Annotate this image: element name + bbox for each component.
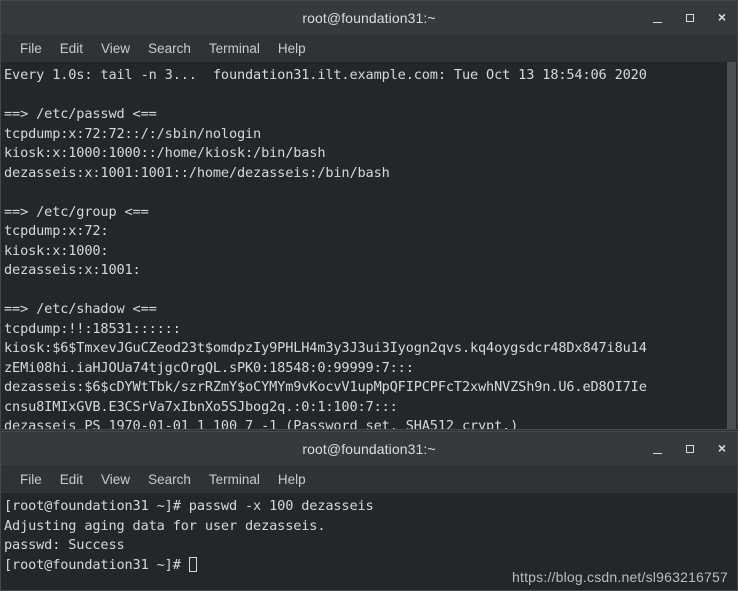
menu-item-terminal[interactable]: Terminal bbox=[200, 470, 269, 489]
menu-item-file[interactable]: File bbox=[11, 39, 51, 58]
terminal-line: cnsu8IMIxGVB.E3CSrVa7xIbnXo5SJbog2q.:0:1… bbox=[4, 398, 398, 415]
window-title-top: root@foundation31:~ bbox=[302, 9, 436, 26]
menu-item-search[interactable]: Search bbox=[139, 470, 200, 489]
menu-item-help[interactable]: Help bbox=[269, 39, 315, 58]
terminal-line: [root@foundation31 ~]# passwd -x 100 dez… bbox=[4, 498, 374, 514]
terminal-line: kiosk:$6$TmxevJGuCZeod23t$omdpzIy9PHLH4m… bbox=[4, 340, 647, 356]
terminal-line: dezasseis:$6$cDYWtTbk/szrRZmY$oCYMYm9vKo… bbox=[4, 379, 647, 395]
terminal-line: ==> /etc/shadow <== bbox=[4, 301, 157, 317]
terminal-line: tcpdump:x:72: bbox=[4, 223, 109, 239]
text-cursor bbox=[188, 556, 197, 572]
menubar-top: File Edit View Search Terminal Help bbox=[0, 34, 738, 62]
terminal-line: tcpdump:x:72:72::/:/sbin/nologin bbox=[4, 125, 262, 142]
terminal-line: ==> /etc/group <== bbox=[4, 203, 149, 220]
titlebar-top[interactable]: root@foundation31:~ × bbox=[0, 0, 738, 34]
terminal-line: dezasseis PS 1970-01-01 1 100 7 -1 (Pass… bbox=[4, 418, 519, 430]
minimize-icon[interactable] bbox=[651, 442, 665, 456]
minimize-icon[interactable] bbox=[651, 11, 665, 25]
window-controls-top: × bbox=[651, 1, 729, 35]
menu-item-terminal[interactable]: Terminal bbox=[200, 39, 269, 58]
watermark-text: https://blog.csdn.net/sl963216757 bbox=[512, 569, 728, 585]
terminal-line: kiosk:x:1000: bbox=[4, 242, 109, 259]
terminal-line: zEMi08hi.iaHJOUa74tjgcOrgQL.sPK0:18548:0… bbox=[4, 359, 414, 376]
menu-item-file[interactable]: File bbox=[11, 470, 51, 489]
titlebar-bottom[interactable]: root@foundation31:~ × bbox=[0, 431, 738, 465]
window-controls-bottom: × bbox=[651, 432, 729, 466]
terminal-line: kiosk:x:1000:1000::/home/kiosk:/bin/bash bbox=[4, 145, 326, 161]
menu-item-edit[interactable]: Edit bbox=[51, 470, 92, 489]
maximize-icon[interactable] bbox=[683, 442, 697, 456]
close-icon[interactable]: × bbox=[715, 10, 729, 25]
terminal-line: tcpdump:!!:18531:::::: bbox=[4, 320, 181, 337]
menu-item-view[interactable]: View bbox=[92, 39, 139, 58]
terminal-output-top[interactable]: Every 1.0s: tail -n 3... foundation31.il… bbox=[0, 62, 738, 430]
window-title-bottom: root@foundation31:~ bbox=[302, 440, 436, 457]
terminal-window-bottom: root@foundation31:~ × File Edit View Sea… bbox=[0, 431, 738, 591]
terminal-scrollbar-top[interactable] bbox=[727, 62, 736, 429]
terminal-line: passwd: Success bbox=[4, 537, 125, 553]
menubar-bottom: File Edit View Search Terminal Help bbox=[0, 465, 738, 493]
menu-item-edit[interactable]: Edit bbox=[51, 39, 92, 58]
terminal-line: dezasseis:x:1001:1001::/home/dezasseis:/… bbox=[4, 164, 390, 181]
terminal-line: Adjusting aging data for user dezasseis. bbox=[4, 517, 326, 534]
terminal-line: ==> /etc/passwd <== bbox=[4, 106, 157, 122]
menu-item-help[interactable]: Help bbox=[269, 470, 315, 489]
terminal-line: dezasseis:x:1001: bbox=[4, 262, 141, 278]
terminal-line: Every 1.0s: tail -n 3... foundation31.il… bbox=[4, 67, 647, 83]
menu-item-search[interactable]: Search bbox=[139, 39, 200, 58]
terminal-window-top: root@foundation31:~ × File Edit View Sea… bbox=[0, 0, 738, 430]
menu-item-view[interactable]: View bbox=[92, 470, 139, 489]
close-icon[interactable]: × bbox=[715, 441, 729, 456]
desktop-screen: root@foundation31:~ × File Edit View Sea… bbox=[0, 0, 738, 591]
scrollbar-thumb[interactable] bbox=[727, 62, 736, 429]
shell-prompt: [root@foundation31 ~]# bbox=[4, 556, 189, 573]
maximize-icon[interactable] bbox=[683, 11, 697, 25]
